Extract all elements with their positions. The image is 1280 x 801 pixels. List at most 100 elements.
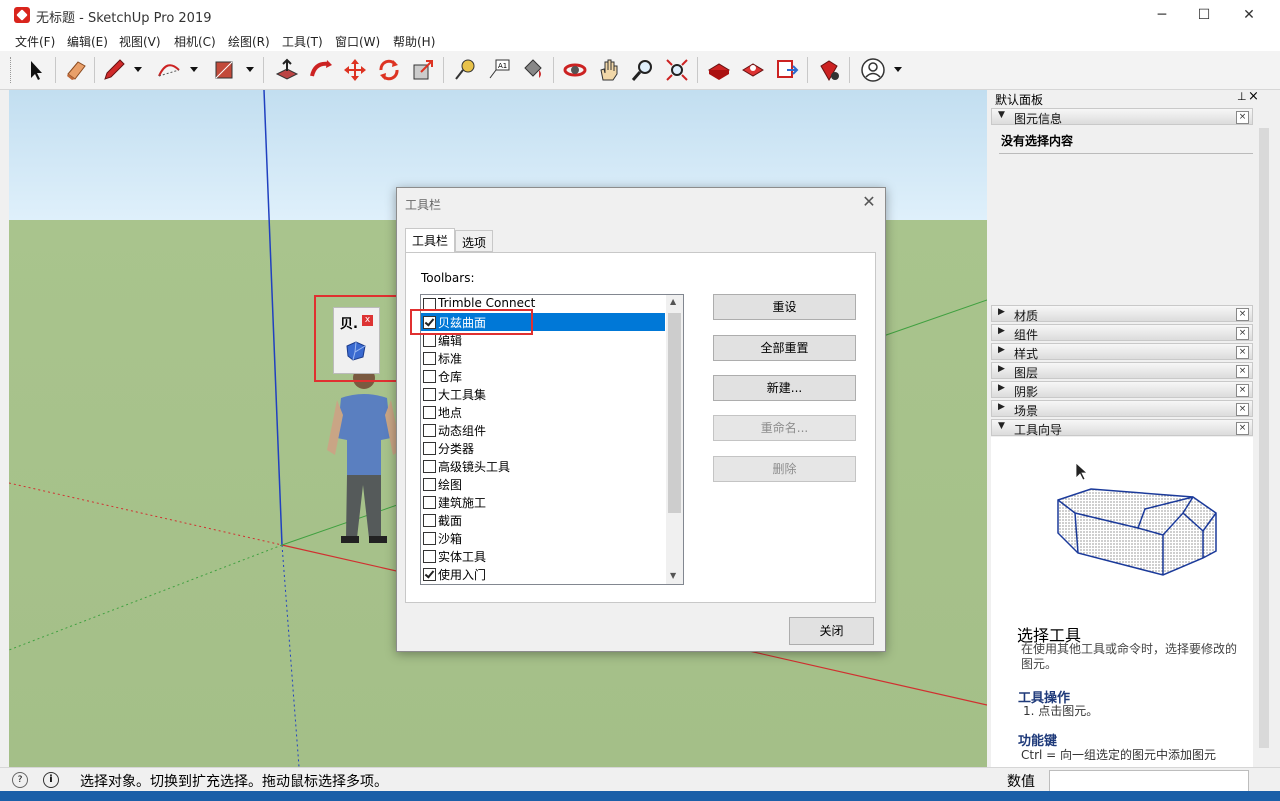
scroll-down-icon[interactable]: ▼ (670, 571, 676, 580)
eraser-icon[interactable] (62, 56, 90, 84)
rectangle-icon[interactable] (210, 56, 238, 84)
section-components[interactable]: ▶ 组件 × (991, 324, 1253, 342)
scale-icon[interactable] (409, 56, 437, 84)
section-layers[interactable]: ▶ 图层 × (991, 362, 1253, 380)
orbit-icon[interactable] (561, 56, 589, 84)
tray-title: 默认面板 (995, 93, 1044, 107)
toolbar-grip[interactable] (10, 57, 14, 83)
checkbox[interactable] (423, 370, 436, 383)
menu-edit[interactable]: 编辑(E) (67, 33, 108, 50)
push-pull-icon[interactable] (273, 56, 301, 84)
list-item[interactable]: 绘图 (421, 475, 665, 493)
checkbox-checked[interactable] (423, 568, 436, 581)
list-item[interactable]: 截面 (421, 511, 665, 529)
move-icon[interactable] (341, 56, 369, 84)
text-icon[interactable]: A1 (485, 56, 513, 84)
list-item[interactable]: 分类器 (421, 439, 665, 457)
section-close-icon[interactable]: × (1236, 308, 1249, 321)
menu-window[interactable]: 窗口(W) (335, 33, 380, 50)
close-dialog-button[interactable]: 关闭 (789, 617, 874, 645)
list-item[interactable]: 动态组件 (421, 421, 665, 439)
pencil-dropdown-icon[interactable] (134, 67, 142, 72)
zoom-icon[interactable] (629, 56, 657, 84)
reset-all-button[interactable]: 全部重置 (713, 335, 856, 361)
menu-view[interactable]: 视图(V) (119, 33, 161, 50)
section-close-icon[interactable]: × (1236, 384, 1249, 397)
checkbox[interactable] (423, 532, 436, 545)
layout-icon[interactable] (773, 56, 801, 84)
dialog-close-icon[interactable]: ✕ (857, 192, 881, 214)
new-button[interactable]: 新建... (713, 375, 856, 401)
follow-me-icon[interactable] (307, 56, 335, 84)
list-item[interactable]: 地点 (421, 403, 665, 421)
tape-measure-icon[interactable] (451, 56, 479, 84)
checkbox[interactable] (423, 496, 436, 509)
list-item[interactable]: 标准 (421, 349, 665, 367)
reset-button[interactable]: 重设 (713, 294, 856, 320)
section-materials[interactable]: ▶ 材质 × (991, 305, 1253, 323)
list-item[interactable]: 高级镜头工具 (421, 457, 665, 475)
list-item[interactable]: 仓库 (421, 367, 665, 385)
pin-icon[interactable]: ⊥ (1237, 90, 1247, 103)
3d-warehouse-icon[interactable] (705, 56, 733, 84)
section-close-icon[interactable]: × (1236, 111, 1249, 124)
rotate-icon[interactable] (375, 56, 403, 84)
list-item[interactable]: 沙箱 (421, 529, 665, 547)
pencil-icon[interactable] (100, 56, 128, 84)
minimize-button[interactable]: ─ (1139, 0, 1185, 30)
section-styles[interactable]: ▶ 样式 × (991, 343, 1253, 361)
menu-camera[interactable]: 相机(C) (174, 33, 216, 50)
tab-options[interactable]: 选项 (455, 230, 494, 252)
delete-button[interactable]: 删除 (713, 456, 856, 482)
section-instructor[interactable]: ▼ 工具向导 × (991, 419, 1253, 437)
section-scenes[interactable]: ▶ 场景 × (991, 400, 1253, 418)
select-icon[interactable] (22, 56, 50, 84)
account-dropdown-icon[interactable] (894, 67, 902, 72)
list-scrollbar-thumb[interactable] (668, 313, 681, 513)
checkbox[interactable] (423, 550, 436, 563)
extension-warehouse-icon[interactable] (739, 56, 767, 84)
close-window-button[interactable]: ✕ (1226, 0, 1272, 30)
toolbars-list[interactable]: Trimble Connect 贝兹曲面 编辑 标准 仓库 大工具集 地点 动态… (420, 294, 684, 585)
menu-help[interactable]: 帮助(H) (393, 33, 435, 50)
geo-location-icon[interactable]: ? (12, 772, 28, 788)
checkbox[interactable] (423, 514, 436, 527)
arc-dropdown-icon[interactable] (190, 67, 198, 72)
tab-toolbars[interactable]: 工具栏 (405, 228, 456, 253)
checkbox[interactable] (423, 352, 436, 365)
checkbox[interactable] (423, 460, 436, 473)
measurements-input[interactable] (1049, 770, 1249, 792)
scroll-up-icon[interactable]: ▲ (670, 297, 676, 306)
tray-scrollbar-thumb[interactable] (1259, 128, 1269, 748)
menu-file[interactable]: 文件(F) (15, 33, 55, 50)
account-icon[interactable] (859, 56, 887, 84)
arc-icon[interactable] (155, 56, 183, 84)
maximize-button[interactable]: ☐ (1181, 0, 1227, 30)
section-close-icon[interactable]: × (1236, 365, 1249, 378)
paint-bucket-icon[interactable] (519, 56, 547, 84)
info-icon[interactable]: i (43, 772, 59, 788)
checkbox[interactable] (423, 424, 436, 437)
checkbox[interactable] (423, 442, 436, 455)
checkbox[interactable] (423, 478, 436, 491)
rename-button[interactable]: 重命名... (713, 415, 856, 441)
checkbox[interactable] (423, 334, 436, 347)
list-item[interactable]: 大工具集 (421, 385, 665, 403)
list-item[interactable]: 建筑施工 (421, 493, 665, 511)
checkbox[interactable] (423, 406, 436, 419)
rectangle-dropdown-icon[interactable] (246, 67, 254, 72)
section-close-icon[interactable]: × (1236, 346, 1249, 359)
section-close-icon[interactable]: × (1236, 403, 1249, 416)
list-item[interactable]: 使用入门 (421, 565, 665, 583)
entity-info-header[interactable]: ▼ 图元信息 × (991, 108, 1253, 126)
section-shadows[interactable]: ▶ 阴影 × (991, 381, 1253, 399)
zoom-extents-icon[interactable] (663, 56, 691, 84)
checkbox[interactable] (423, 388, 436, 401)
list-item[interactable]: 实体工具 (421, 547, 665, 565)
section-close-icon[interactable]: × (1236, 327, 1249, 340)
pan-icon[interactable] (595, 56, 623, 84)
section-close-icon[interactable]: × (1236, 422, 1249, 435)
menu-draw[interactable]: 绘图(R) (228, 33, 270, 50)
menu-tools[interactable]: 工具(T) (282, 33, 323, 50)
extension-manager-icon[interactable] (815, 56, 843, 84)
